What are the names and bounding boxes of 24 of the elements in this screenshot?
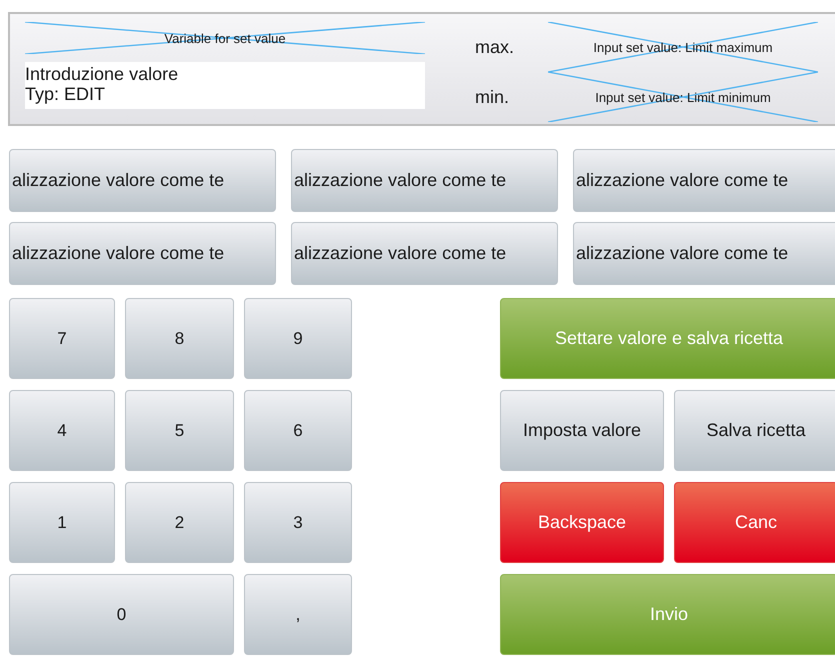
action-button[interactable]: Backspace [500,482,664,563]
action-button[interactable]: Imposta valore [500,390,664,471]
value-text-button[interactable]: alizzazione valore come te [573,222,835,285]
input-field[interactable]: Introduzione valore Typ: EDIT [25,62,425,109]
keypad-key[interactable]: 4 [9,390,115,471]
keypad-key[interactable]: 2 [125,482,234,563]
keypad-key[interactable]: 1 [9,482,115,563]
value-text-button[interactable]: alizzazione valore come te [9,149,276,212]
action-button[interactable]: Canc [674,482,835,563]
action-button[interactable]: Salva ricetta [674,390,835,471]
keypad-key[interactable]: 8 [125,298,234,379]
value-text-button[interactable]: alizzazione valore come te [9,222,276,285]
keypad-key[interactable]: 5 [125,390,234,471]
keypad-key[interactable]: 6 [244,390,352,471]
keypad-key[interactable]: 0 [9,574,234,655]
value-text-button[interactable]: alizzazione valore come te [291,222,558,285]
value-text-button[interactable]: alizzazione valore come te [291,149,558,212]
value-text-button[interactable]: alizzazione valore come te [573,149,835,212]
limit-label: min. [475,86,510,108]
keypad-key[interactable]: , [244,574,352,655]
limit-label: max. [475,36,516,58]
keypad-key[interactable]: 7 [9,298,115,379]
keypad-key[interactable]: 3 [244,482,352,563]
keypad-key[interactable]: 9 [244,298,352,379]
